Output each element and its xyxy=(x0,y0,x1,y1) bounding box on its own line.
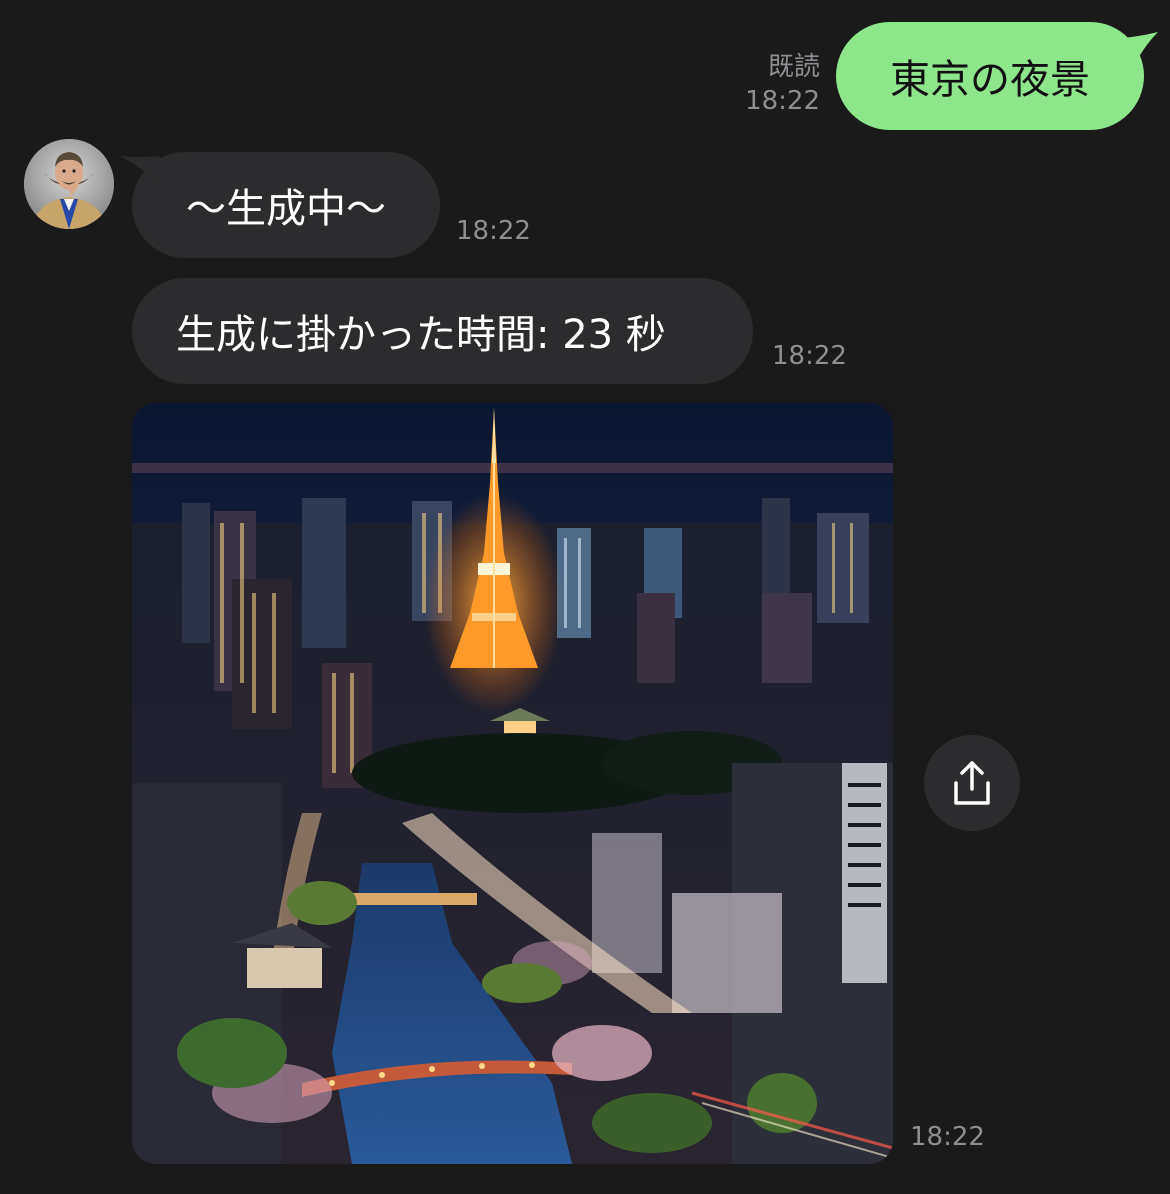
bot-avatar[interactable] xyxy=(24,139,114,229)
bubble-tail-icon xyxy=(1124,32,1158,62)
outgoing-message-bubble[interactable]: 東京の夜景 xyxy=(836,22,1158,130)
avatar-portrait-icon xyxy=(24,139,114,229)
image-timestamp: 18:22 xyxy=(910,1122,985,1152)
bubble-tail-icon xyxy=(120,156,160,186)
outgoing-timestamp: 18:22 xyxy=(745,86,820,116)
generated-image-message[interactable] xyxy=(132,403,893,1164)
tokyo-night-image xyxy=(132,403,893,1164)
incoming-message-text: 生成に掛かった時間: 23 秒 xyxy=(176,312,666,358)
share-button[interactable] xyxy=(924,735,1020,831)
incoming-message-text: ～生成中～ xyxy=(186,186,386,232)
incoming-message-bubble[interactable]: 生成に掛かった時間: 23 秒 xyxy=(132,278,753,384)
share-icon xyxy=(954,761,990,805)
incoming-message-bubble[interactable]: ～生成中～ xyxy=(120,152,440,258)
outgoing-meta: 既読 18:22 xyxy=(700,50,820,118)
incoming-timestamp: 18:22 xyxy=(456,216,531,246)
incoming-timestamp: 18:22 xyxy=(772,341,847,371)
read-receipt: 既読 xyxy=(767,52,820,82)
outgoing-message-text: 東京の夜景 xyxy=(890,57,1090,103)
